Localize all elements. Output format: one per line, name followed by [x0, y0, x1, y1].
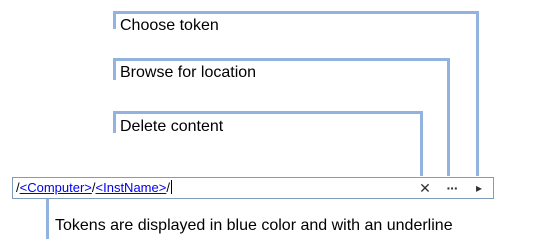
- choose-token-button[interactable]: ▸: [472, 180, 486, 196]
- ellipsis-icon: ···: [446, 180, 459, 196]
- browse-leader-top: [113, 58, 450, 61]
- choose-token-leader-top: [113, 11, 479, 14]
- browse-leader-left: [113, 58, 116, 80]
- choose-token-label: Choose token: [120, 17, 219, 34]
- delete-leader-top: [113, 111, 423, 114]
- path-value[interactable]: /<Computer>/<InstName>/: [16, 180, 172, 196]
- diagram-canvas: Choose token Browse for location Delete …: [0, 0, 554, 243]
- tokens-note-leader: [46, 199, 49, 239]
- text-caret: [170, 180, 172, 194]
- browse-location-button[interactable]: ···: [441, 180, 463, 196]
- path-separator: /: [166, 180, 170, 195]
- close-icon: ✕: [419, 180, 431, 196]
- delete-content-button[interactable]: ✕: [417, 180, 433, 196]
- path-input-field[interactable]: /<Computer>/<InstName>/ ✕ ··· ▸: [12, 177, 494, 199]
- token-computer[interactable]: <Computer>: [20, 180, 92, 195]
- delete-leader-vertical: [420, 111, 423, 176]
- choose-token-leader-left: [113, 11, 116, 29]
- tokens-note-label: Tokens are displayed in blue color and w…: [55, 217, 453, 234]
- choose-token-leader-vertical: [476, 11, 479, 176]
- token-instname[interactable]: <InstName>: [96, 180, 167, 195]
- delete-leader-left: [113, 111, 116, 133]
- browse-location-label: Browse for location: [120, 64, 257, 81]
- browse-leader-vertical: [447, 58, 450, 176]
- delete-content-label: Delete content: [120, 118, 224, 135]
- chevron-right-icon: ▸: [475, 181, 483, 195]
